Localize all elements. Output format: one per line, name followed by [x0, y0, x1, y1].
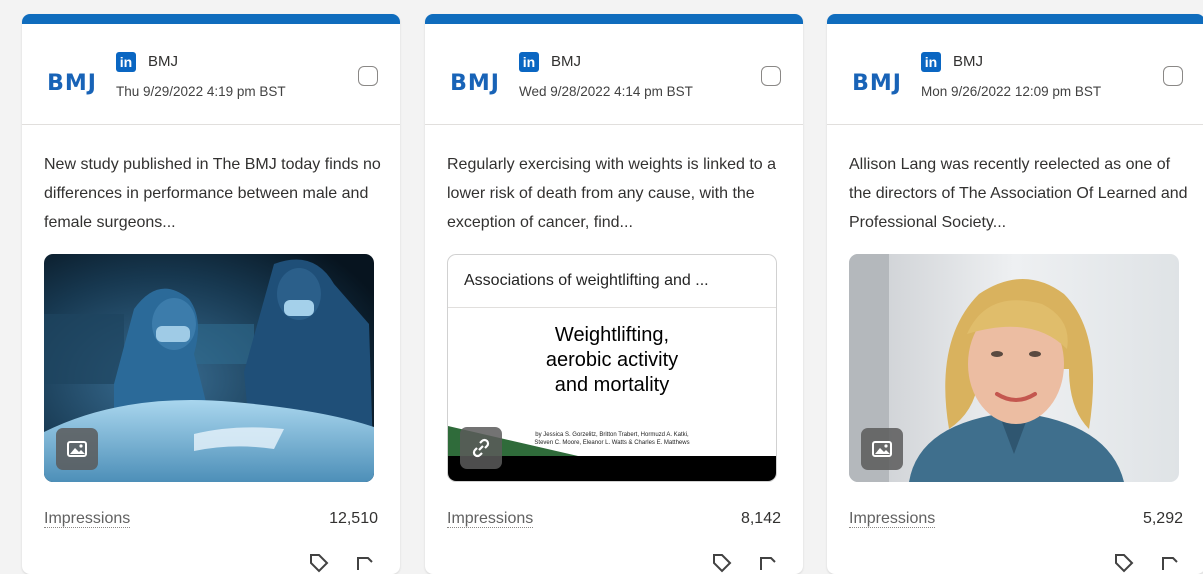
impressions-value: 12,510 [329, 510, 378, 527]
share-icon[interactable] [757, 552, 779, 574]
impressions-value: 8,142 [740, 510, 781, 527]
post-card[interactable]: BMJ in BMJ Wed 9/28/2022 4:14 pm BST Reg… [425, 14, 803, 574]
impressions-label[interactable]: Impressions [44, 510, 131, 528]
post-card[interactable]: BMJ in BMJ Thu 9/29/2022 4:19 pm BST New… [22, 14, 400, 574]
select-checkbox[interactable] [1163, 66, 1183, 86]
image-icon [861, 428, 903, 470]
card-accent-bar [22, 14, 400, 24]
account-name: BMJ [551, 53, 581, 70]
bmj-logo: BMJ [44, 56, 100, 112]
post-card[interactable]: BMJ in BMJ Mon 9/26/2022 12:09 pm BST Al… [827, 14, 1203, 574]
tag-icon[interactable] [1113, 552, 1135, 574]
impressions-value: 5,292 [1142, 510, 1183, 527]
link-preview-card[interactable]: Associations of weightlifting and ... We… [447, 254, 777, 482]
account-name: BMJ [953, 53, 983, 70]
cover-title: Weightlifting, aerobic activity and mort… [545, 324, 679, 396]
account-name: BMJ [148, 53, 178, 70]
impressions-label[interactable]: Impressions [447, 510, 534, 528]
impressions-label[interactable]: Impressions [849, 510, 936, 528]
link-icon [460, 427, 502, 469]
tag-icon[interactable] [308, 552, 330, 574]
post-text: New study published in The BMJ today fin… [44, 156, 381, 231]
impressions-row: Impressions 12,510 [44, 510, 378, 528]
card-accent-bar [827, 14, 1203, 24]
impressions-row: Impressions 8,142 [447, 510, 781, 528]
share-icon[interactable] [1159, 552, 1181, 574]
card-accent-bar [425, 14, 803, 24]
card-header: BMJ in BMJ Wed 9/28/2022 4:14 pm BST [425, 24, 803, 125]
linkedin-icon: in [921, 52, 941, 72]
linkedin-icon: in [519, 52, 539, 72]
impressions-row: Impressions 5,292 [849, 510, 1183, 528]
post-image-portrait[interactable] [849, 254, 1179, 482]
select-checkbox[interactable] [761, 66, 781, 86]
post-date: Thu 9/29/2022 4:19 pm BST [116, 84, 286, 99]
post-text: Allison Lang was recently reelected as o… [849, 156, 1188, 231]
card-header: BMJ in BMJ Thu 9/29/2022 4:19 pm BST [22, 24, 400, 125]
post-text: Regularly exercising with weights is lin… [447, 156, 777, 231]
bmj-logo: BMJ [849, 56, 905, 112]
post-date: Mon 9/26/2022 12:09 pm BST [921, 84, 1102, 99]
share-icon[interactable] [354, 552, 376, 574]
bmj-logo: BMJ [447, 56, 503, 112]
image-icon [56, 428, 98, 470]
select-checkbox[interactable] [358, 66, 378, 86]
link-preview-title: Associations of weightlifting and ... [448, 255, 776, 308]
card-header: BMJ in BMJ Mon 9/26/2022 12:09 pm BST [827, 24, 1203, 125]
post-image-surgeons[interactable] [44, 254, 374, 482]
linkedin-icon: in [116, 52, 136, 72]
tag-icon[interactable] [711, 552, 733, 574]
post-date: Wed 9/28/2022 4:14 pm BST [519, 84, 693, 99]
